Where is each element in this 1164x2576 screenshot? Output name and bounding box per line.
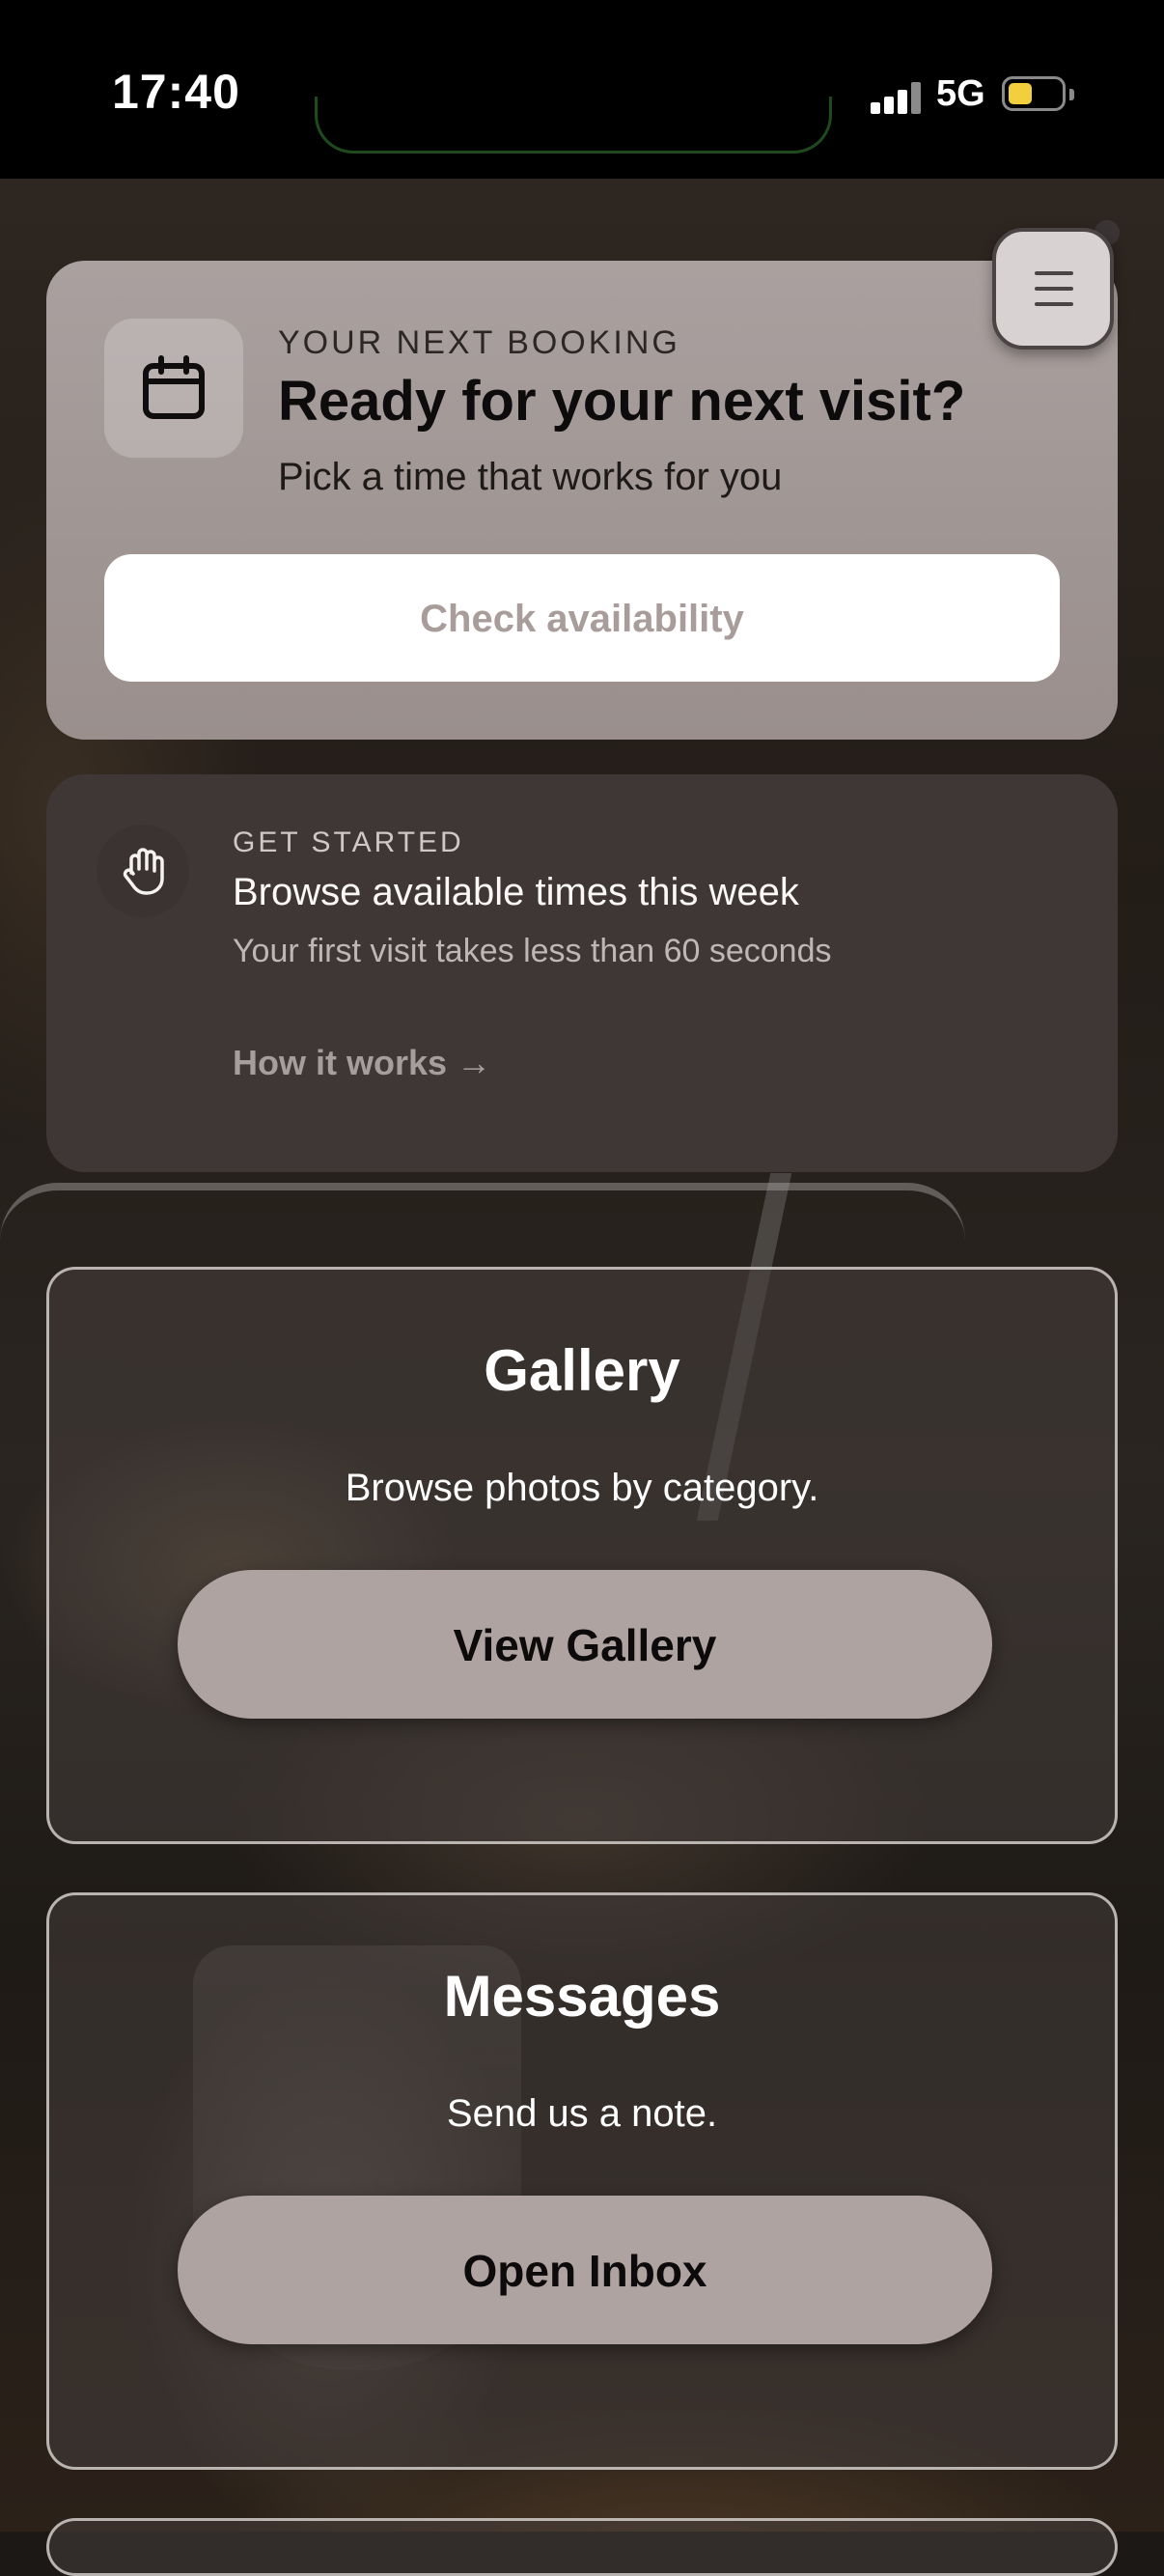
open-inbox-button[interactable]: Open Inbox — [178, 2196, 992, 2344]
messages-title: Messages — [443, 1964, 721, 2029]
hamburger-line — [1035, 287, 1073, 291]
battery-tip — [1069, 89, 1074, 100]
network-label: 5G — [936, 73, 985, 114]
signal-icon — [871, 81, 921, 114]
hamburger-menu-icon — [1035, 271, 1073, 275]
gallery-card: Gallery Browse photos by category. View … — [46, 1267, 1118, 1844]
get-started-title: Browse available times this week — [233, 871, 799, 913]
dynamic-island — [315, 97, 832, 154]
view-gallery-button[interactable]: View Gallery — [178, 1570, 992, 1719]
hamburger-line — [1035, 302, 1073, 306]
messages-subtitle: Send us a note. — [446, 2092, 718, 2135]
hand-icon — [97, 825, 189, 917]
booking-eyebrow: YOUR NEXT BOOKING — [278, 324, 680, 361]
get-started-eyebrow: GET STARTED — [233, 826, 464, 858]
next-card-peek — [46, 2518, 1118, 2576]
booking-title: Ready for your next visit? — [278, 370, 966, 433]
next-booking-card: YOUR NEXT BOOKING Ready for your next vi… — [46, 261, 1118, 740]
battery-icon — [1002, 76, 1066, 111]
booking-subtitle: Pick a time that works for you — [278, 456, 783, 498]
messages-card: Messages Send us a note. Open Inbox — [46, 1892, 1118, 2470]
gallery-title: Gallery — [484, 1338, 680, 1403]
status-bar: 17:40 5G — [0, 0, 1164, 179]
calendar-icon — [104, 319, 243, 458]
get-started-subtitle: Your first visit takes less than 60 seco… — [233, 933, 832, 969]
get-started-card: GET STARTED Browse available times this … — [46, 774, 1118, 1172]
check-availability-button[interactable]: Check availability — [104, 554, 1060, 682]
gallery-subtitle: Browse photos by category. — [345, 1467, 819, 1509]
menu-button[interactable] — [992, 228, 1114, 350]
how-it-works-link[interactable]: How it works → — [233, 1043, 491, 1083]
status-time: 17:40 — [112, 65, 240, 119]
